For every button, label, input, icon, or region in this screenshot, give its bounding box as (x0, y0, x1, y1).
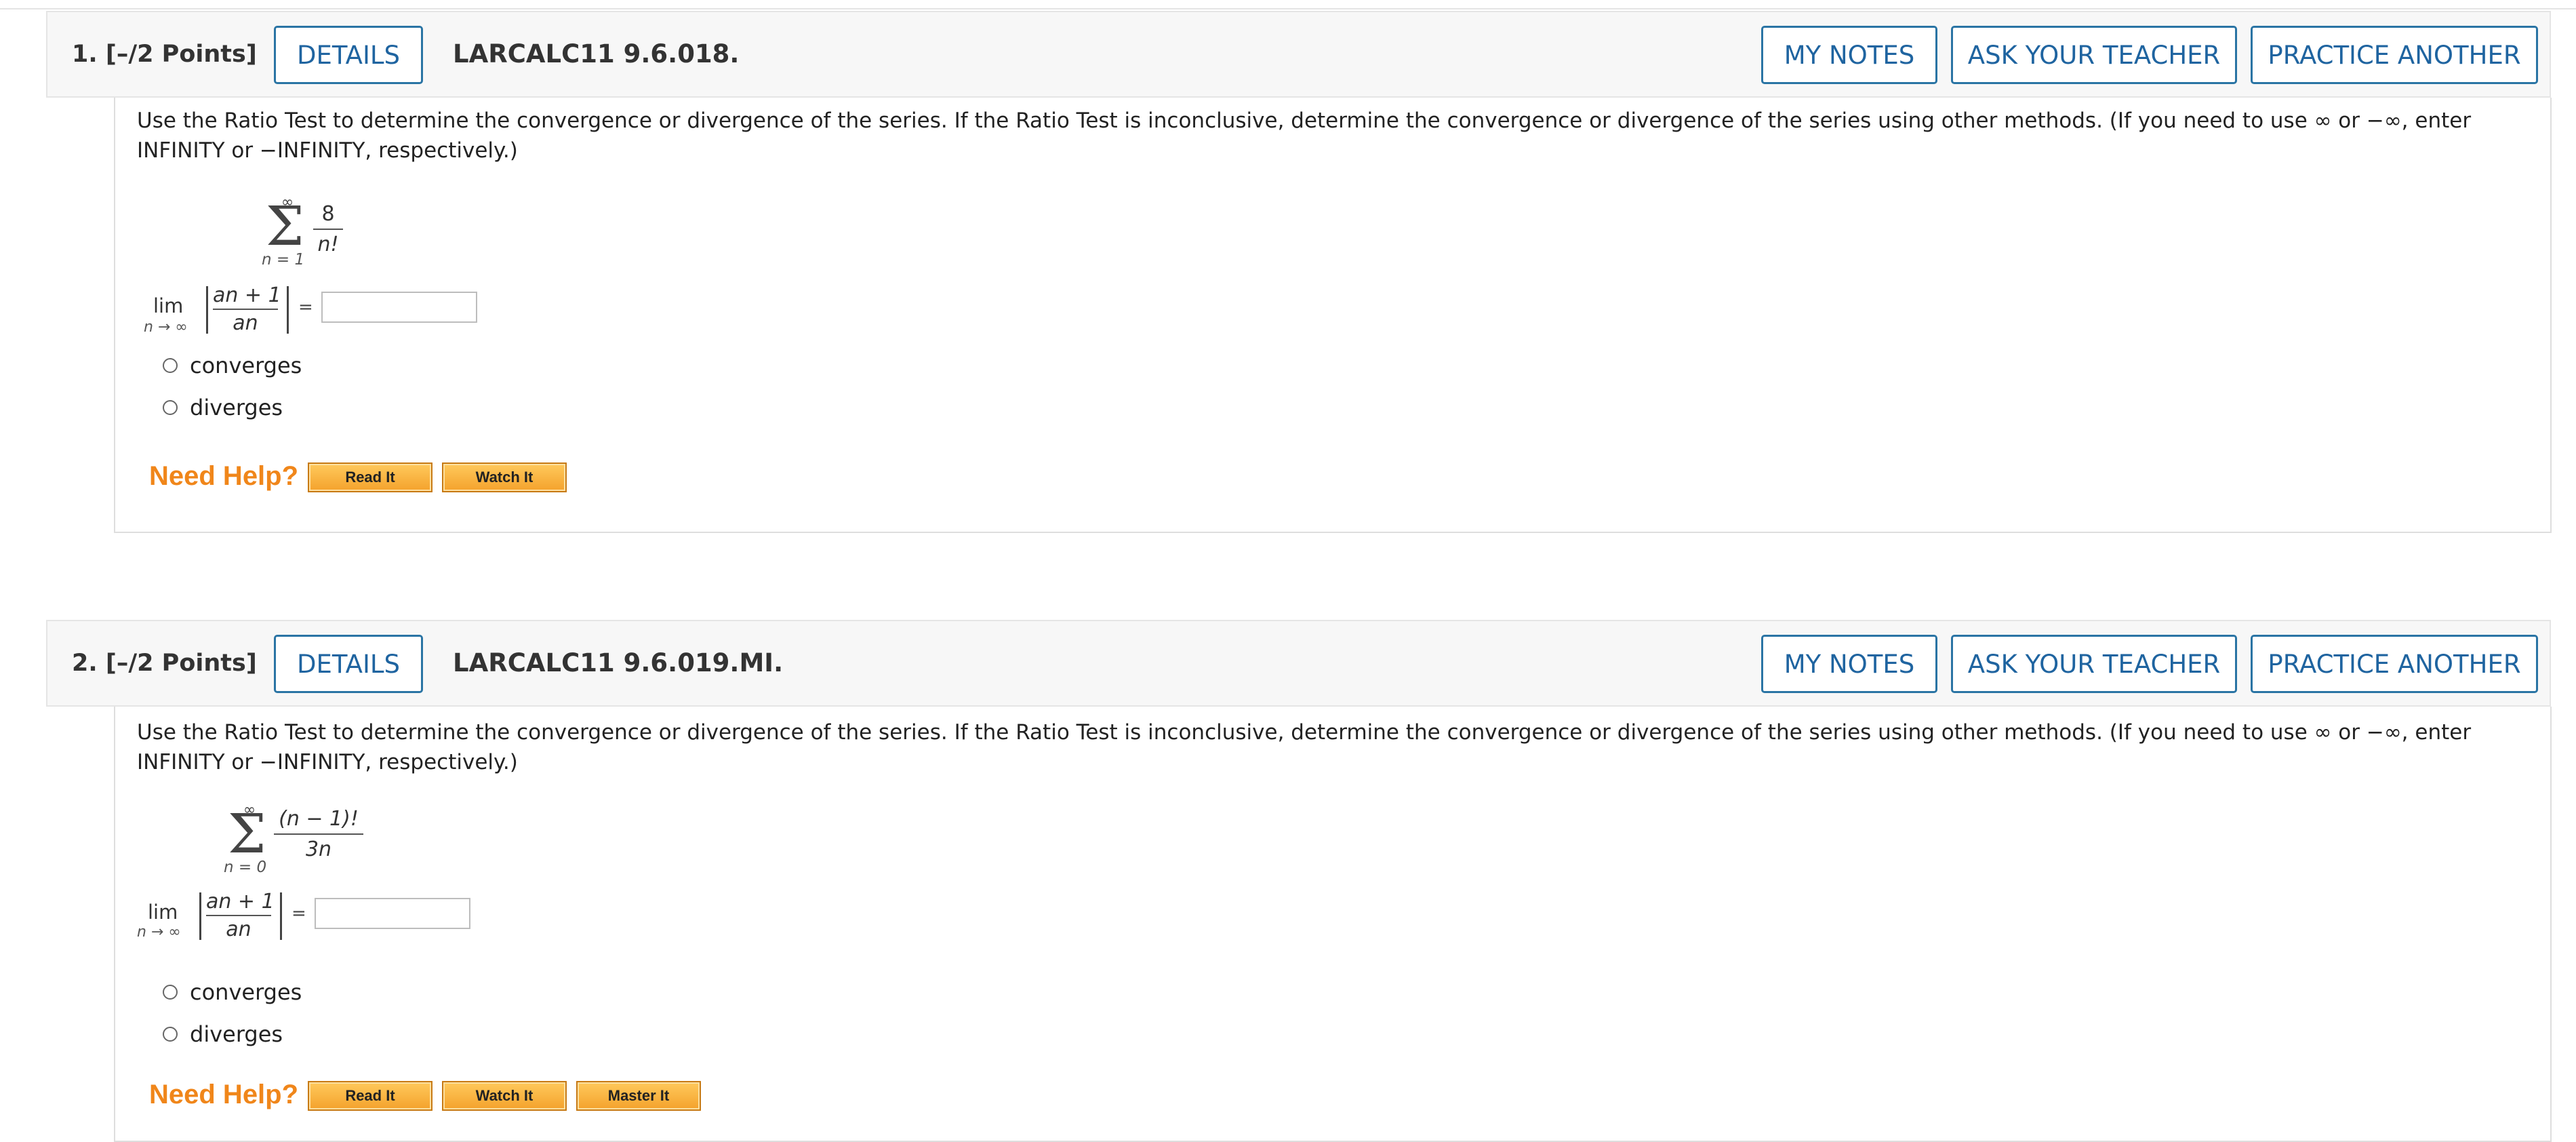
question-2-header: 2. [–/2 Points] DETAILS LARCALC11 9.6.01… (46, 620, 2551, 707)
sigma-symbol: Σ (266, 195, 304, 258)
series-numerator: 8 (321, 202, 335, 226)
question-points: [–/2 Points] (105, 650, 257, 677)
series-fraction: (n − 1)! 3n (274, 807, 363, 861)
question-1-number: 1. [–/2 Points] (72, 12, 257, 96)
limit-subscript: n → ∞ (137, 924, 181, 941)
option-label: converges (190, 979, 302, 1005)
details-button[interactable]: DETAILS (274, 26, 423, 84)
ratio-fraction: an + 1 an (213, 283, 281, 335)
diverges-option[interactable]: diverges (163, 395, 283, 420)
question-2-prompt: Use the Ratio Test to determine the conv… (137, 720, 2472, 774)
diverges-option[interactable]: diverges (163, 1021, 283, 1047)
master-it-button[interactable]: Master It (576, 1081, 701, 1111)
question-points: [–/2 Points] (105, 41, 257, 68)
equals-sign: = (291, 903, 306, 924)
question-number: 1. (72, 41, 98, 68)
option-label: converges (190, 353, 302, 378)
limit-label: lim (148, 901, 178, 924)
option-label: diverges (190, 1021, 283, 1047)
sigma-symbol: Σ (228, 802, 266, 865)
question-2-number: 2. [–/2 Points] (72, 621, 257, 705)
ask-teacher-button[interactable]: ASK YOUR TEACHER (1951, 635, 2237, 693)
ratio-denominator: an (233, 311, 258, 335)
radio-button[interactable] (163, 400, 178, 415)
series-fraction: 8 n! (313, 202, 343, 256)
ratio-numerator: an + 1 (213, 283, 281, 307)
series-numerator: (n − 1)! (279, 807, 359, 831)
limit-answer-input[interactable] (321, 292, 477, 323)
my-notes-button[interactable]: MY NOTES (1761, 26, 1937, 84)
ratio-fraction: an + 1 an (206, 890, 275, 941)
ratio-denominator: an (226, 918, 251, 941)
watch-it-button[interactable]: Watch It (442, 462, 567, 492)
practice-another-button[interactable]: PRACTICE ANOTHER (2251, 26, 2538, 84)
read-it-button[interactable]: Read It (308, 462, 432, 492)
ratio-bar (213, 309, 278, 310)
fraction-bar (274, 833, 363, 835)
sum-lower-limit: n = 0 (224, 859, 267, 876)
fraction-bar (313, 229, 343, 230)
option-label: diverges (190, 395, 283, 420)
question-1-prompt: Use the Ratio Test to determine the conv… (137, 109, 2472, 163)
equals-sign: = (298, 297, 313, 317)
limit-label: lim (153, 294, 184, 317)
need-help-label: Need Help? (149, 461, 299, 491)
converges-option[interactable]: converges (163, 353, 302, 378)
my-notes-button[interactable]: MY NOTES (1761, 635, 1937, 693)
radio-button[interactable] (163, 985, 178, 1000)
details-button[interactable]: DETAILS (274, 635, 423, 693)
question-1-header: 1. [–/2 Points] DETAILS LARCALC11 9.6.01… (46, 11, 2551, 98)
practice-another-button[interactable]: PRACTICE ANOTHER (2251, 635, 2538, 693)
question-code: LARCALC11 9.6.019.MI. (453, 648, 784, 677)
converges-option[interactable]: converges (163, 979, 302, 1005)
radio-button[interactable] (163, 1027, 178, 1042)
watch-it-button[interactable]: Watch It (442, 1081, 567, 1111)
limit-answer-input[interactable] (315, 898, 470, 929)
need-help-label: Need Help? (149, 1080, 299, 1109)
ratio-numerator: an + 1 (206, 890, 275, 913)
ask-teacher-button[interactable]: ASK YOUR TEACHER (1951, 26, 2237, 84)
series-denominator: 3n (305, 838, 332, 861)
sum-lower-limit: n = 1 (262, 251, 305, 269)
series-denominator: n! (317, 233, 339, 256)
question-number: 2. (72, 650, 98, 677)
top-divider (0, 0, 2576, 9)
radio-button[interactable] (163, 358, 178, 373)
question-code: LARCALC11 9.6.018. (453, 39, 740, 68)
read-it-button[interactable]: Read It (308, 1081, 432, 1111)
limit-subscript: n → ∞ (144, 319, 188, 336)
ratio-bar (206, 915, 271, 916)
